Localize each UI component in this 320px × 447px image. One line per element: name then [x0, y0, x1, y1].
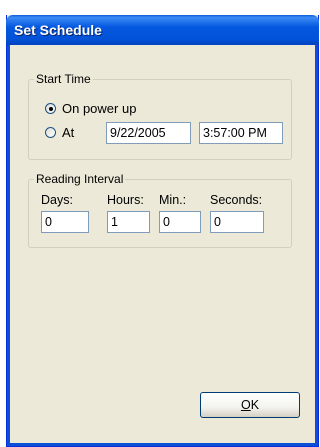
window-frame-left: [7, 45, 10, 446]
on-power-up-label: On power up: [62, 101, 137, 116]
start-time-group: Start Time: [28, 72, 292, 160]
title-bar[interactable]: Set Schedule: [6, 15, 319, 45]
days-field[interactable]: 0: [41, 211, 89, 233]
minutes-label: Min.:: [159, 193, 187, 207]
on-power-up-radio[interactable]: [45, 103, 56, 114]
start-date-field[interactable]: 9/22/2005: [106, 122, 191, 144]
on-power-up-option[interactable]: On power up: [45, 101, 136, 116]
reading-interval-legend: Reading Interval: [36, 172, 124, 186]
window-frame-bottom: [7, 443, 318, 446]
at-radio[interactable]: [45, 127, 56, 138]
ok-button[interactable]: OK: [200, 392, 300, 418]
start-time-legend: Start Time: [36, 72, 91, 86]
seconds-field[interactable]: 0: [210, 211, 264, 233]
hours-field[interactable]: 1: [107, 211, 150, 233]
window-frame-right: [315, 45, 318, 446]
days-label: Days:: [41, 193, 73, 207]
at-label: At: [62, 125, 75, 140]
minutes-field[interactable]: 0: [159, 211, 201, 233]
reading-interval-group: Reading Interval: [28, 172, 292, 248]
dialog-title: Set Schedule: [14, 22, 102, 38]
start-time-field[interactable]: 3:57:00 PM: [199, 122, 283, 144]
seconds-label: Seconds:: [210, 193, 263, 207]
ok-mnemonic: O: [240, 398, 251, 412]
ok-label-rest: K: [250, 398, 260, 412]
hours-label: Hours:: [107, 193, 144, 207]
at-option[interactable]: At: [45, 125, 74, 140]
